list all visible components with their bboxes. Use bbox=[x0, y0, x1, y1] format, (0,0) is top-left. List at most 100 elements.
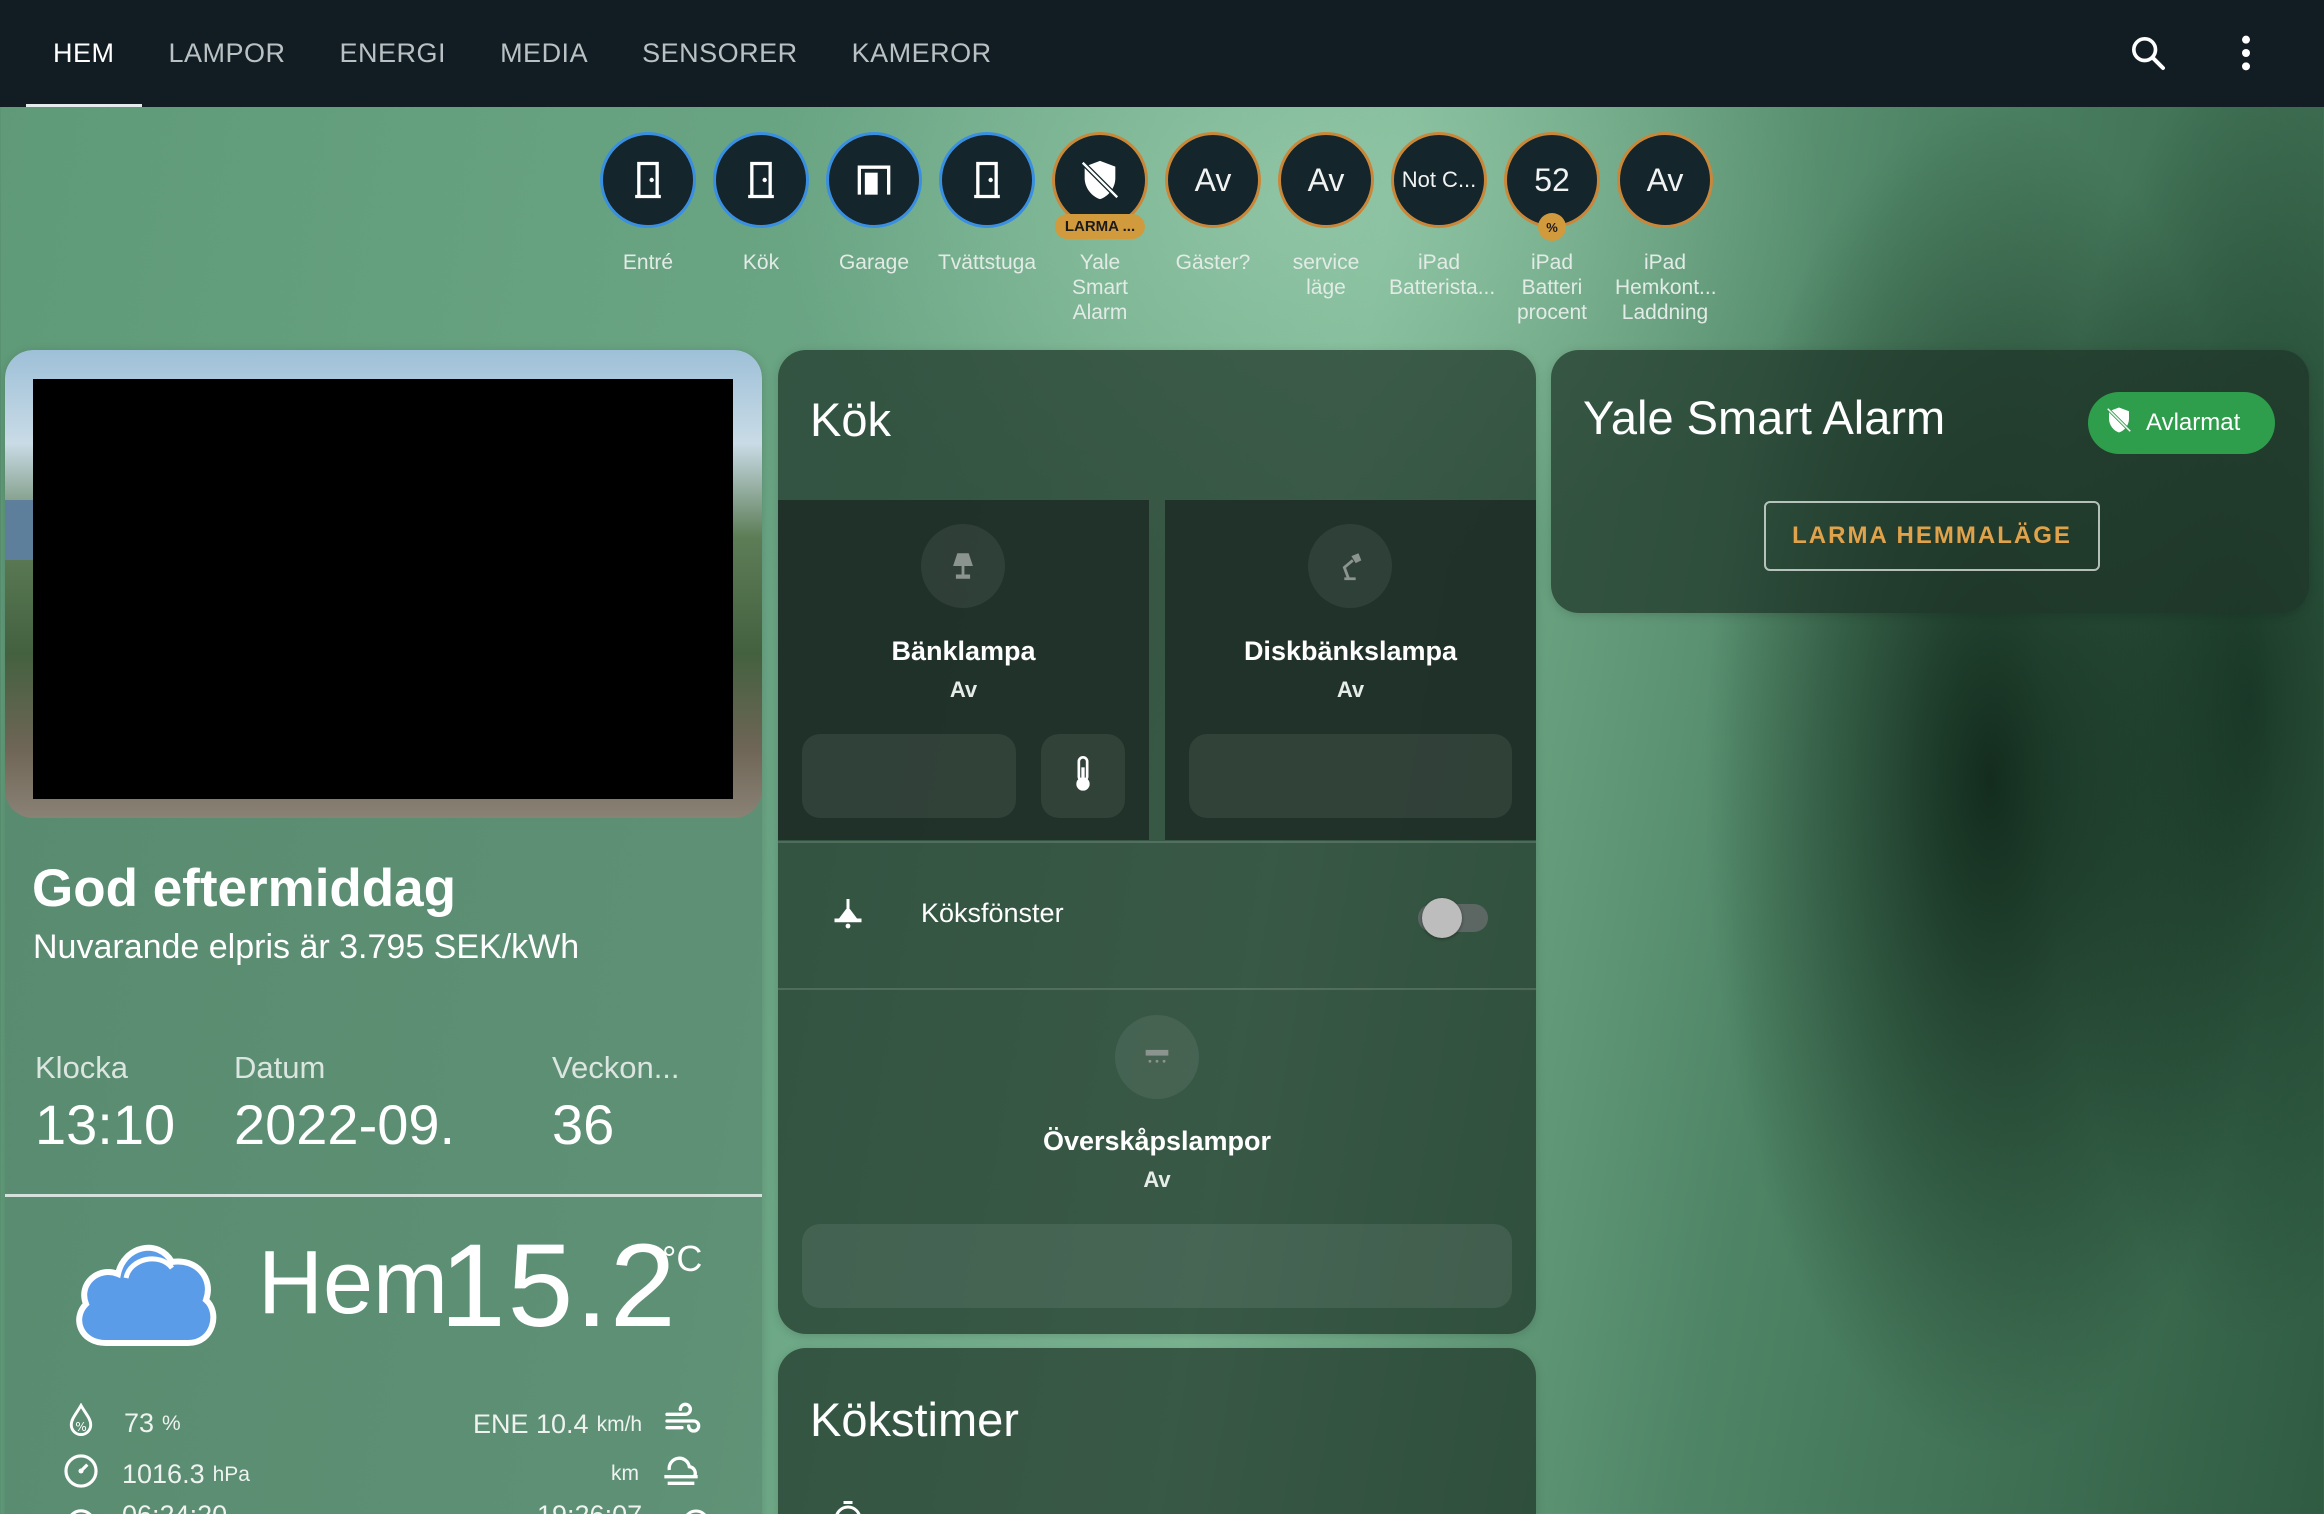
badge-label: Entré bbox=[622, 251, 674, 274]
brightness-control[interactable] bbox=[802, 1224, 1512, 1308]
badge-value-wrap: 52 % bbox=[1504, 132, 1600, 241]
weather-temperature: 15.2 bbox=[440, 1220, 678, 1352]
sunrise-value: 06:24:20 bbox=[122, 1500, 227, 1514]
stat-value-week: 36 bbox=[552, 1093, 615, 1156]
badge-ipad-laddning[interactable]: Av iPad Hemkont... Laddning bbox=[1615, 132, 1717, 325]
badge-label: Yale Smart Alarm bbox=[1071, 251, 1128, 324]
door-icon bbox=[713, 132, 809, 228]
badge-gaster[interactable]: Av Gäster? bbox=[1163, 132, 1263, 275]
badge-tvattstuga[interactable]: Tvättstuga bbox=[937, 132, 1037, 275]
row-divider bbox=[778, 988, 1536, 990]
camera-feed[interactable] bbox=[33, 379, 733, 799]
more-vert-icon[interactable] bbox=[2221, 28, 2271, 78]
badge-label: iPad Batteri procent bbox=[1516, 251, 1588, 324]
sunrise-row: 06:24:20 bbox=[62, 1500, 227, 1514]
brightness-control[interactable] bbox=[802, 734, 1016, 818]
stat-value-date: 2022-09... bbox=[234, 1093, 459, 1156]
card-title: Yale Smart Alarm bbox=[1583, 391, 1946, 444]
humidity-row: % 73 % bbox=[66, 1402, 181, 1444]
tile-state: Av bbox=[1336, 677, 1365, 702]
badge-ipad-batteristatus[interactable]: Not C... iPad Batterista... bbox=[1389, 132, 1496, 300]
greeting-text: God eftermiddag bbox=[32, 859, 457, 918]
tile-state: Av bbox=[949, 677, 978, 702]
card-title: Kök bbox=[810, 393, 891, 446]
svg-text:%: % bbox=[75, 1420, 87, 1434]
badge-entre[interactable]: Entré bbox=[598, 132, 698, 275]
lamp-icon[interactable] bbox=[921, 524, 1005, 608]
sunset-row: 19:26:07 bbox=[537, 1500, 714, 1514]
timer-icon bbox=[830, 1498, 866, 1514]
yale-alarm-card: Yale Smart Alarm Avlarmat LARMA HEMMALÄG… bbox=[1551, 350, 2309, 613]
tab-kameror[interactable]: KAMEROR bbox=[825, 0, 1019, 107]
row-name: Köksfönster bbox=[921, 898, 1064, 928]
fog-icon bbox=[659, 1450, 703, 1497]
desk-lamp-icon[interactable] bbox=[1308, 524, 1392, 608]
tab-hem[interactable]: HEM bbox=[26, 0, 142, 107]
badge-label: Gäster? bbox=[1175, 251, 1251, 274]
badge-value: Av bbox=[1165, 132, 1261, 228]
badge-value: Not C... bbox=[1391, 132, 1487, 228]
arm-home-button[interactable]: LARMA HEMMALÄGE bbox=[1764, 501, 2100, 571]
sunset-value: 19:26:07 bbox=[537, 1500, 642, 1514]
pressure-unit: hPa bbox=[212, 1462, 250, 1486]
row-divider bbox=[778, 841, 1536, 843]
badge-garage[interactable]: Garage bbox=[824, 132, 924, 275]
sunset-icon bbox=[678, 1500, 714, 1514]
water-drop-icon: % bbox=[66, 1402, 96, 1444]
brightness-control[interactable] bbox=[1189, 734, 1512, 818]
alarm-status-chip[interactable]: Avlarmat bbox=[2088, 392, 2275, 454]
weather-unit: °C bbox=[662, 1238, 703, 1279]
light-tile-diskbankslampa[interactable]: Diskbänkslampa Av bbox=[1165, 500, 1536, 840]
badge-value: Av bbox=[1617, 132, 1713, 228]
stat-label-date: Datum bbox=[234, 1050, 326, 1085]
tab-media[interactable]: MEDIA bbox=[473, 0, 615, 107]
door-icon bbox=[600, 132, 696, 228]
wind-unit: km/h bbox=[596, 1412, 643, 1436]
tab-bar: HEM LAMPOR ENERGI MEDIA SENSORER KAMEROR bbox=[26, 0, 1019, 107]
stat-value-clock: 13:10 bbox=[35, 1093, 176, 1156]
search-icon[interactable] bbox=[2123, 28, 2173, 78]
gauge-icon bbox=[62, 1452, 100, 1497]
garage-door-icon bbox=[826, 132, 922, 228]
electricity-price-text: Nuvarande elpris är 3.795 SEK/kWh bbox=[33, 928, 580, 966]
visibility-row: km bbox=[611, 1450, 703, 1497]
badge-yale-alarm[interactable]: LARMA ... Yale Smart Alarm bbox=[1050, 132, 1150, 325]
kokstimer-card: Kökstimer bbox=[778, 1348, 1536, 1514]
tile-name: Diskbänkslampa bbox=[1243, 636, 1458, 666]
light-tile-banklampa[interactable]: Bänklampa Av bbox=[778, 500, 1149, 840]
door-icon bbox=[939, 132, 1035, 228]
stat-label-clock: Klocka bbox=[35, 1050, 129, 1085]
badge-value: Av bbox=[1278, 132, 1374, 228]
light-strip-icon[interactable] bbox=[1115, 1015, 1199, 1099]
badge-label: iPad Hemkont... Laddning bbox=[1615, 251, 1717, 324]
pressure-row: 1016.3 hPa bbox=[62, 1452, 250, 1497]
badge-kok[interactable]: Kök bbox=[711, 132, 811, 275]
wind-row: ENE 10.4 km/h bbox=[473, 1401, 702, 1448]
top-app-bar: HEM LAMPOR ENERGI MEDIA SENSORER KAMEROR bbox=[0, 0, 2324, 107]
badge-value: 52 bbox=[1534, 161, 1570, 198]
badge-label: Tvättstuga bbox=[937, 251, 1037, 274]
color-temp-button[interactable] bbox=[1041, 734, 1125, 818]
tile-name: Överskåpslampor bbox=[1042, 1126, 1272, 1156]
tile-state: Av bbox=[1143, 1167, 1171, 1192]
pressure-value: 1016.3 bbox=[122, 1459, 205, 1489]
toggle-knob[interactable] bbox=[1422, 898, 1462, 938]
sunrise-icon bbox=[62, 1500, 100, 1514]
badge-service-lage[interactable]: Av service läge bbox=[1276, 132, 1376, 300]
stat-label-week: Veckon... bbox=[552, 1050, 680, 1085]
tab-sensorer[interactable]: SENSORER bbox=[615, 0, 825, 107]
badge-label: iPad Batterista... bbox=[1389, 251, 1496, 299]
card-title: Kökstimer bbox=[810, 1393, 1019, 1446]
wind-icon bbox=[662, 1401, 702, 1448]
ceiling-lamp-icon bbox=[830, 896, 866, 937]
badge-label: service läge bbox=[1292, 251, 1360, 299]
badge-ipad-batteri-procent[interactable]: 52 % iPad Batteri procent bbox=[1502, 132, 1602, 325]
wind-value: ENE 10.4 bbox=[473, 1409, 589, 1439]
tab-energi[interactable]: ENERGI bbox=[313, 0, 474, 107]
humidity-value: 73 bbox=[124, 1408, 155, 1438]
weather-location: Hem bbox=[258, 1233, 449, 1333]
tab-lampor[interactable]: LAMPOR bbox=[142, 0, 313, 107]
thermometer-icon bbox=[1070, 754, 1096, 799]
background-photo bbox=[5, 350, 762, 818]
humidity-unit: % bbox=[162, 1411, 181, 1435]
